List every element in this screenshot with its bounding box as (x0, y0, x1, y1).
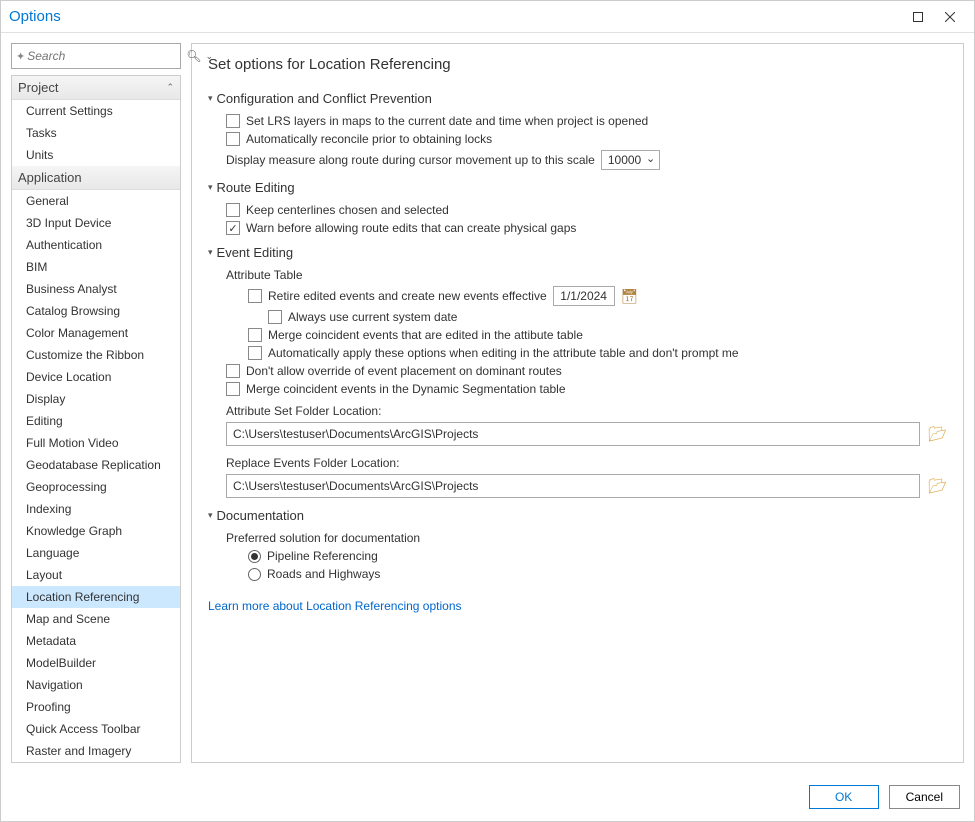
tree-item[interactable]: Tasks (12, 122, 180, 144)
tree-item[interactable]: Editing (12, 410, 180, 432)
cb-retire-events[interactable] (248, 289, 262, 303)
cb-set-lrs-date[interactable] (226, 114, 240, 128)
tree-item[interactable]: Business Analyst (12, 278, 180, 300)
radio-pipeline[interactable] (248, 550, 261, 563)
sparkle-icon: ✦ (16, 50, 25, 63)
sidebar: ✦ 🔍︎ ⌄ Project⌃Current SettingsTasksUnit… (11, 43, 181, 763)
search-icon[interactable]: 🔍︎ (186, 49, 201, 63)
maximize-button[interactable] (902, 5, 934, 29)
attr-set-folder-input[interactable]: C:\Users\testuser\Documents\ArcGIS\Proje… (226, 422, 920, 446)
page-title: Set options for Location Referencing (208, 56, 947, 73)
close-button[interactable] (934, 5, 966, 29)
ok-button[interactable]: OK (809, 785, 879, 809)
learn-more-link[interactable]: Learn more about Location Referencing op… (208, 599, 462, 613)
tree-item[interactable]: Knowledge Graph (12, 520, 180, 542)
browse-folder-icon[interactable]: 📂︎ (928, 477, 947, 495)
tree-item[interactable]: Indexing (12, 498, 180, 520)
collapse-icon: ▾ (208, 182, 213, 193)
tree-item[interactable]: Authentication (12, 234, 180, 256)
search-field[interactable]: ✦ 🔍︎ ⌄ (11, 43, 181, 69)
tree-item[interactable]: Geoprocessing (12, 476, 180, 498)
dialog-footer: OK Cancel (1, 773, 974, 821)
browse-folder-icon[interactable]: 📂︎ (928, 425, 947, 443)
replace-folder-label: Replace Events Folder Location: (226, 456, 947, 470)
tree-item[interactable]: Raster and Imagery (12, 740, 180, 762)
tree-item[interactable]: 3D Input Device (12, 212, 180, 234)
tree-item[interactable]: Color Management (12, 322, 180, 344)
tree-item[interactable]: Display (12, 388, 180, 410)
cb-always-current-date[interactable] (268, 310, 282, 324)
tree-item[interactable]: Geodatabase Replication (12, 454, 180, 476)
cb-auto-reconcile[interactable] (226, 132, 240, 146)
tree-item[interactable]: Customize the Ribbon (12, 344, 180, 366)
collapse-icon: ▾ (208, 93, 213, 104)
tree-item[interactable]: ModelBuilder (12, 652, 180, 674)
tree-item[interactable]: Proofing (12, 696, 180, 718)
tree-item[interactable]: Catalog Browsing (12, 300, 180, 322)
collapse-icon: ▾ (208, 247, 213, 258)
tree-group-header[interactable]: Project⌃ (12, 76, 180, 100)
tree-item[interactable]: Layout (12, 564, 180, 586)
cb-dont-override[interactable] (226, 364, 240, 378)
search-dropdown-icon[interactable]: ⌄ (205, 51, 213, 62)
tree-item[interactable]: Full Motion Video (12, 432, 180, 454)
tree-item[interactable]: Quick Access Toolbar (12, 718, 180, 740)
tree-item[interactable]: Map and Scene (12, 608, 180, 630)
cb-merge-coincident[interactable] (248, 328, 262, 342)
tree-item[interactable]: Metadata (12, 630, 180, 652)
search-input[interactable] (27, 49, 184, 63)
collapse-icon: ▾ (208, 510, 213, 521)
section-route[interactable]: ▾ Route Editing (208, 180, 947, 195)
scale-select[interactable]: 10000 (601, 150, 660, 170)
cb-auto-apply[interactable] (248, 346, 262, 360)
main-panel: Set options for Location Referencing ▾ C… (191, 43, 964, 763)
section-event[interactable]: ▾ Event Editing (208, 245, 947, 260)
options-window: Options ✦ 🔍︎ ⌄ Project⌃Current SettingsT… (0, 0, 975, 822)
tree-item[interactable]: BIM (12, 256, 180, 278)
section-config[interactable]: ▾ Configuration and Conflict Prevention (208, 91, 947, 106)
replace-folder-input[interactable]: C:\Users\testuser\Documents\ArcGIS\Proje… (226, 474, 920, 498)
pref-solution-label: Preferred solution for documentation (226, 531, 947, 545)
window-title: Options (9, 8, 61, 25)
tree-group-header[interactable]: Application (12, 166, 180, 190)
section-documentation[interactable]: ▾ Documentation (208, 508, 947, 523)
cancel-button[interactable]: Cancel (889, 785, 960, 809)
tree-item[interactable]: Navigation (12, 674, 180, 696)
attr-table-label: Attribute Table (226, 268, 947, 282)
effective-date[interactable]: 1/1/2024 (553, 286, 615, 306)
tree-item[interactable]: Language (12, 542, 180, 564)
titlebar: Options (1, 1, 974, 33)
cb-merge-dynseg[interactable] (226, 382, 240, 396)
calendar-icon[interactable]: 📅︎ (621, 288, 639, 305)
options-tree[interactable]: Project⌃Current SettingsTasksUnitsApplic… (11, 75, 181, 763)
cb-warn-gaps[interactable] (226, 221, 240, 235)
tree-item[interactable]: Units (12, 144, 180, 166)
radio-roads[interactable] (248, 568, 261, 581)
cb-keep-centerlines[interactable] (226, 203, 240, 217)
tree-item[interactable]: Location Referencing (12, 586, 180, 608)
tree-item[interactable]: Device Location (12, 366, 180, 388)
tree-item[interactable]: Current Settings (12, 100, 180, 122)
tree-item[interactable]: General (12, 190, 180, 212)
attr-set-folder-label: Attribute Set Folder Location: (226, 404, 947, 418)
